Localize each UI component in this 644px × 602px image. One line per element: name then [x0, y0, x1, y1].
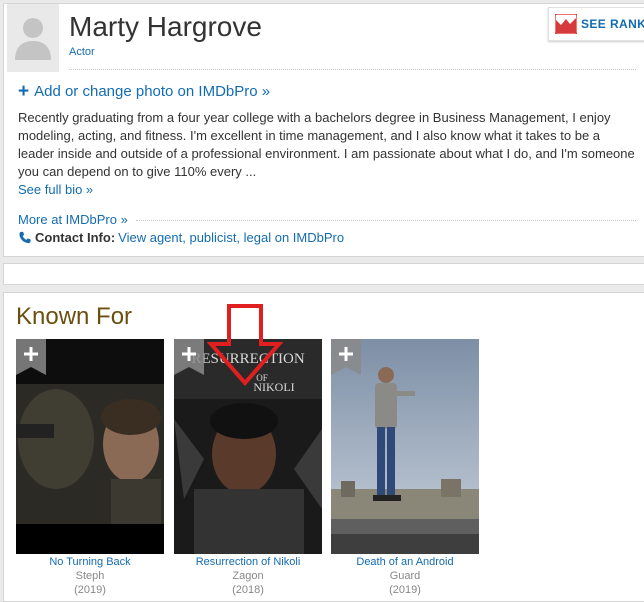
person-name: Marty Hargrove [69, 11, 262, 42]
contact-info-label: Contact Info: [35, 230, 116, 245]
watchlist-plus-icon[interactable] [331, 339, 361, 375]
film-year: (2019) [389, 584, 421, 596]
see-rank-label: SEE RANK [581, 17, 644, 31]
film-title[interactable]: No Turning Back [16, 556, 164, 568]
poster-death-of-an-android[interactable] [331, 339, 479, 554]
person-silhouette-icon [15, 18, 51, 60]
more-at-imdbpro-link[interactable]: More at IMDbPro » [18, 212, 128, 227]
contact-info: Contact Info: View agent, publicist, lega… [18, 230, 344, 245]
bio-text: Recently graduating from a four year col… [18, 110, 635, 179]
watchlist-plus-icon[interactable] [174, 339, 204, 375]
poster-no-turning-back[interactable] [16, 339, 164, 554]
divider [69, 69, 636, 70]
film-year: (2018) [232, 584, 264, 596]
poster-resurrection-of-nikoli[interactable]: RESURRECTION OF NIKOLI [174, 339, 322, 554]
plus-icon: + [18, 81, 30, 102]
film-role: Zagon [232, 570, 264, 582]
film-role: Steph [75, 570, 105, 582]
known-for-title: Known For [16, 303, 133, 330]
see-rank-button[interactable]: SEE RANK [548, 7, 644, 41]
profile-card: Marty Hargrove Actor SEE RANK + Add or ch… [3, 3, 644, 257]
film-title[interactable]: Resurrection of Nikoli [174, 556, 322, 568]
see-full-bio-link[interactable]: See full bio » [18, 182, 93, 197]
divider [136, 220, 636, 221]
film-title[interactable]: Death of an Android [331, 556, 479, 568]
known-for-section: Known For No Turning Back Steph (2019) R… [3, 292, 644, 602]
watchlist-plus-icon[interactable] [16, 339, 46, 375]
poster-title-line3: NIKOLI [253, 380, 294, 394]
phone-icon [19, 231, 31, 244]
film-role: Guard [389, 570, 421, 582]
add-photo-link[interactable]: + Add or change photo on IMDbPro » [18, 81, 270, 103]
person-role-link[interactable]: Actor [69, 46, 95, 58]
film-year: (2019) [74, 584, 106, 596]
rank-chart-icon [555, 14, 577, 34]
view-agent-link[interactable]: View agent, publicist, legal on IMDbPro [118, 230, 344, 245]
empty-section [3, 263, 644, 285]
add-photo-label: Add or change photo on IMDbPro » [34, 83, 271, 100]
avatar[interactable] [7, 4, 59, 72]
poster-title-line1: RESURRECTION [191, 351, 305, 367]
